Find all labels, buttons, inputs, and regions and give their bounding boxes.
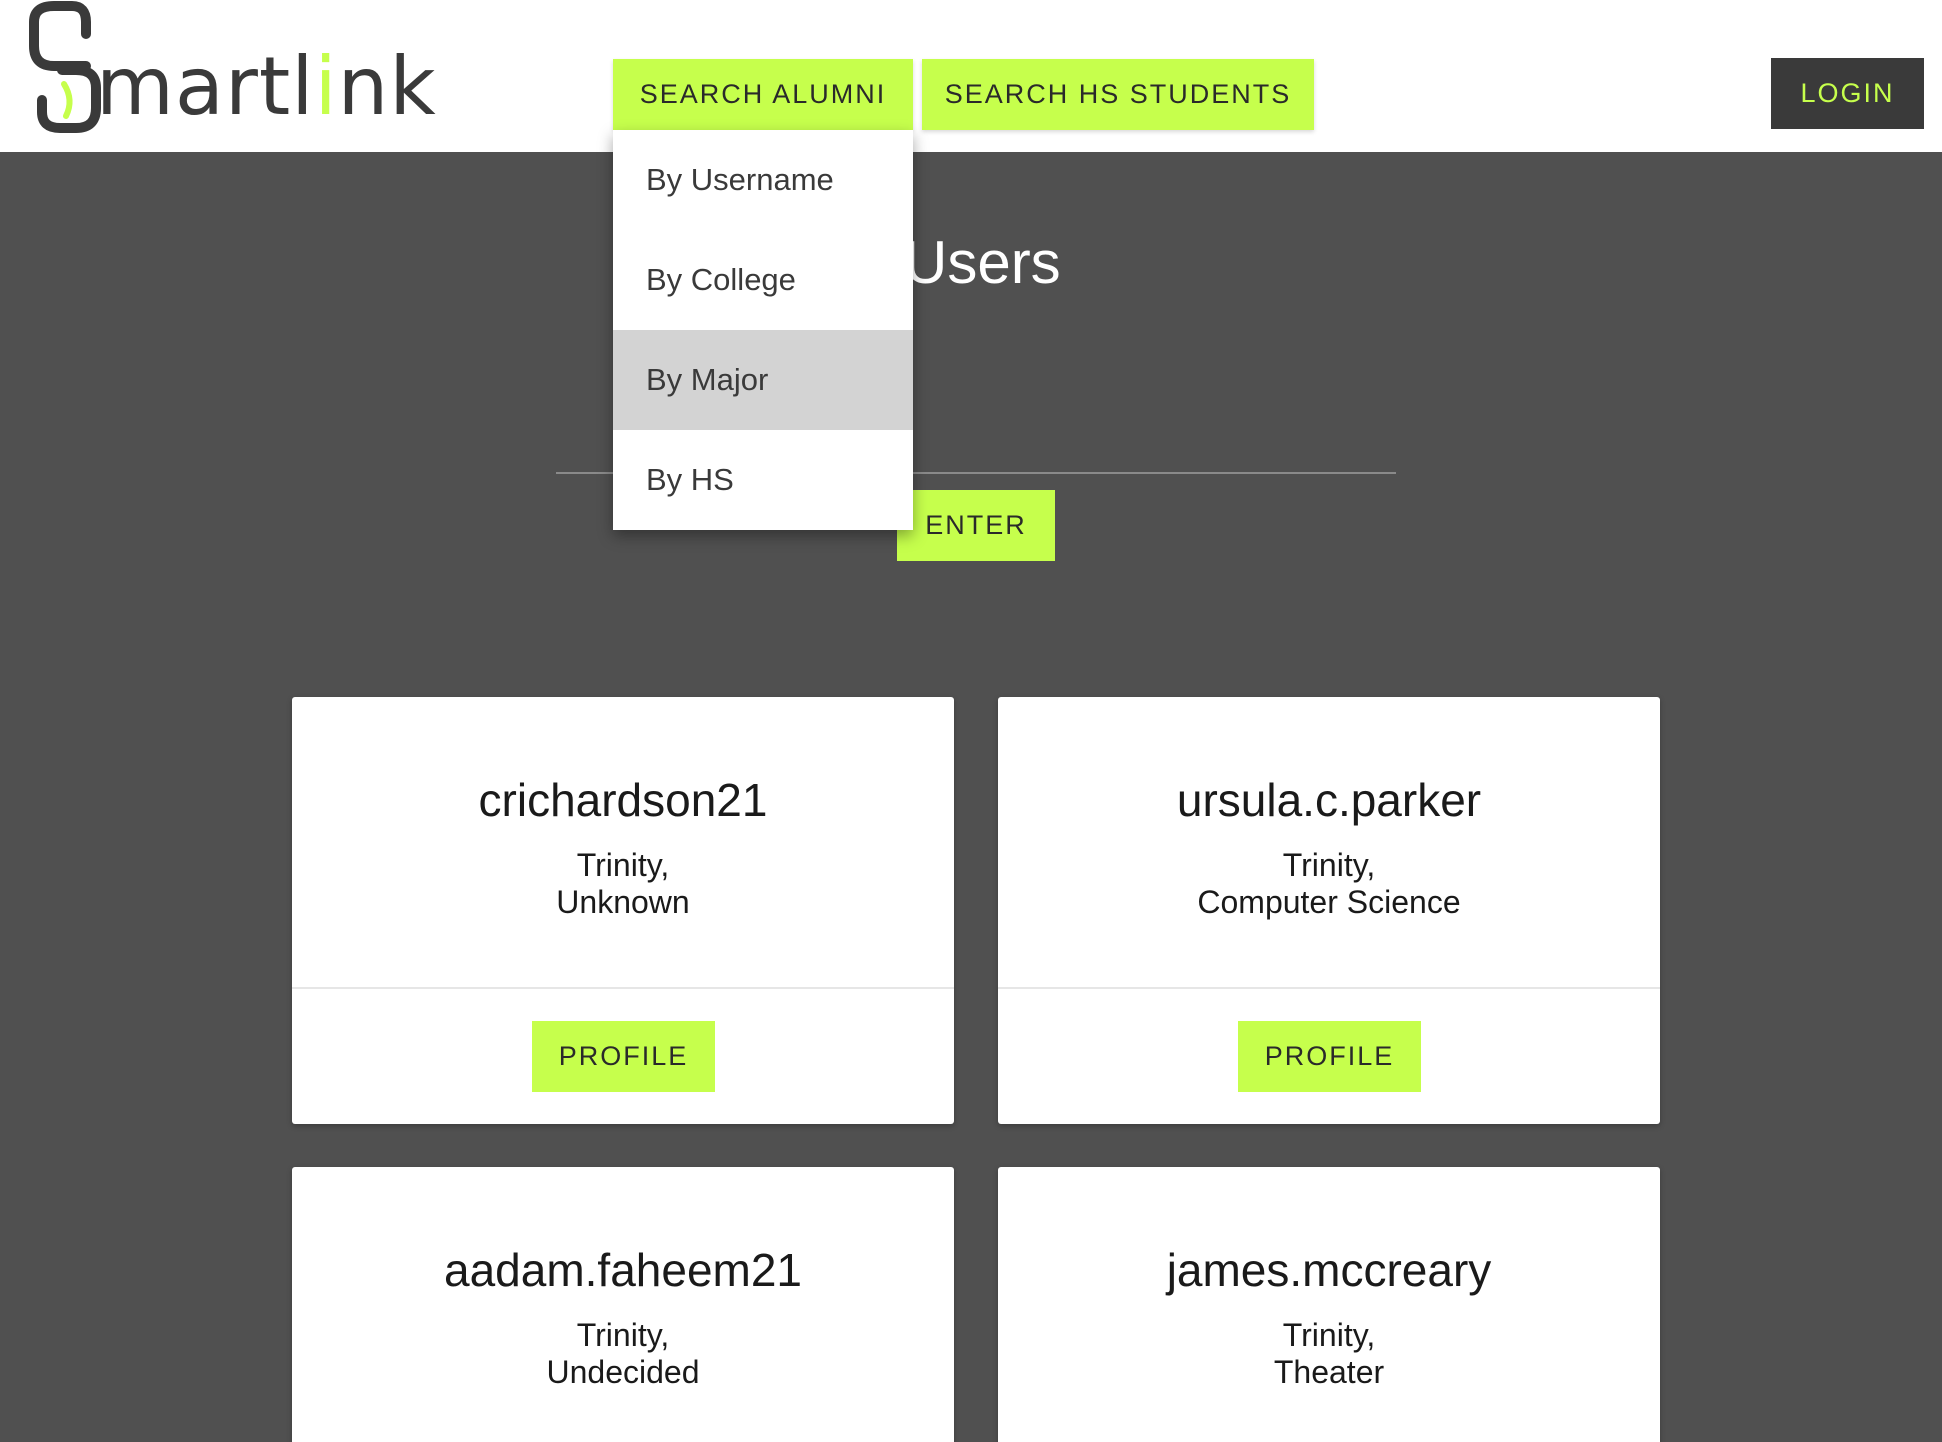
card-college: Trinity, bbox=[1282, 1317, 1376, 1353]
dropdown-item-by-hs[interactable]: By HS bbox=[613, 430, 913, 530]
card-username: james.mccreary bbox=[1166, 1244, 1492, 1296]
card-major: Theater bbox=[1273, 1354, 1385, 1390]
dropdown-item-by-username[interactable]: By Username bbox=[613, 130, 913, 230]
top-header: martlink SEARCH ALUMNI SEARCH HS STUDENT… bbox=[0, 0, 1942, 152]
page-title: Users bbox=[904, 229, 1061, 296]
card-details: Trinity, Computer Science bbox=[998, 847, 1660, 921]
user-card: ursula.c.parker Trinity, Computer Scienc… bbox=[998, 697, 1660, 1124]
smartlink-logo[interactable]: martlink bbox=[18, 0, 436, 140]
user-card: aadam.faheem21 Trinity, Undecided bbox=[292, 1167, 954, 1442]
user-card: crichardson21 Trinity, Unknown PROFILE bbox=[292, 697, 954, 1124]
enter-button[interactable]: ENTER bbox=[897, 490, 1055, 561]
dropdown-item-by-major[interactable]: By Major bbox=[613, 330, 913, 430]
card-major: Unknown bbox=[556, 884, 690, 920]
profile-button[interactable]: PROFILE bbox=[532, 1021, 715, 1092]
card-username: crichardson21 bbox=[478, 774, 768, 826]
card-details: Trinity, Unknown bbox=[292, 847, 954, 921]
card-actions: PROFILE bbox=[998, 989, 1660, 1124]
login-button[interactable]: LOGIN bbox=[1771, 58, 1924, 129]
search-hs-students-button[interactable]: SEARCH HS STUDENTS bbox=[922, 59, 1314, 130]
search-alumni-dropdown: By Username By College By Major By HS bbox=[613, 130, 913, 530]
card-major: Computer Science bbox=[1197, 884, 1461, 920]
card-username: aadam.faheem21 bbox=[443, 1244, 803, 1296]
card-college: Trinity, bbox=[1282, 847, 1376, 883]
card-major: Undecided bbox=[546, 1354, 700, 1390]
dropdown-item-by-college[interactable]: By College bbox=[613, 230, 913, 330]
card-username: ursula.c.parker bbox=[1176, 774, 1482, 826]
search-alumni-button[interactable]: SEARCH ALUMNI bbox=[613, 59, 913, 130]
card-content: james.mccreary Trinity, Theater bbox=[998, 1167, 1660, 1442]
card-details: Trinity, Theater bbox=[998, 1317, 1660, 1391]
card-actions: PROFILE bbox=[292, 989, 954, 1124]
card-details: Trinity, Undecided bbox=[292, 1317, 954, 1391]
card-college: Trinity, bbox=[576, 847, 670, 883]
card-college: Trinity, bbox=[576, 1317, 670, 1353]
chain-link-s-icon bbox=[29, 1, 101, 133]
logo-wordmark: martlink bbox=[96, 40, 437, 133]
user-card: james.mccreary Trinity, Theater bbox=[998, 1167, 1660, 1442]
card-content: crichardson21 Trinity, Unknown bbox=[292, 697, 954, 987]
card-content: aadam.faheem21 Trinity, Undecided bbox=[292, 1167, 954, 1442]
profile-button[interactable]: PROFILE bbox=[1238, 1021, 1421, 1092]
card-content: ursula.c.parker Trinity, Computer Scienc… bbox=[998, 697, 1660, 987]
